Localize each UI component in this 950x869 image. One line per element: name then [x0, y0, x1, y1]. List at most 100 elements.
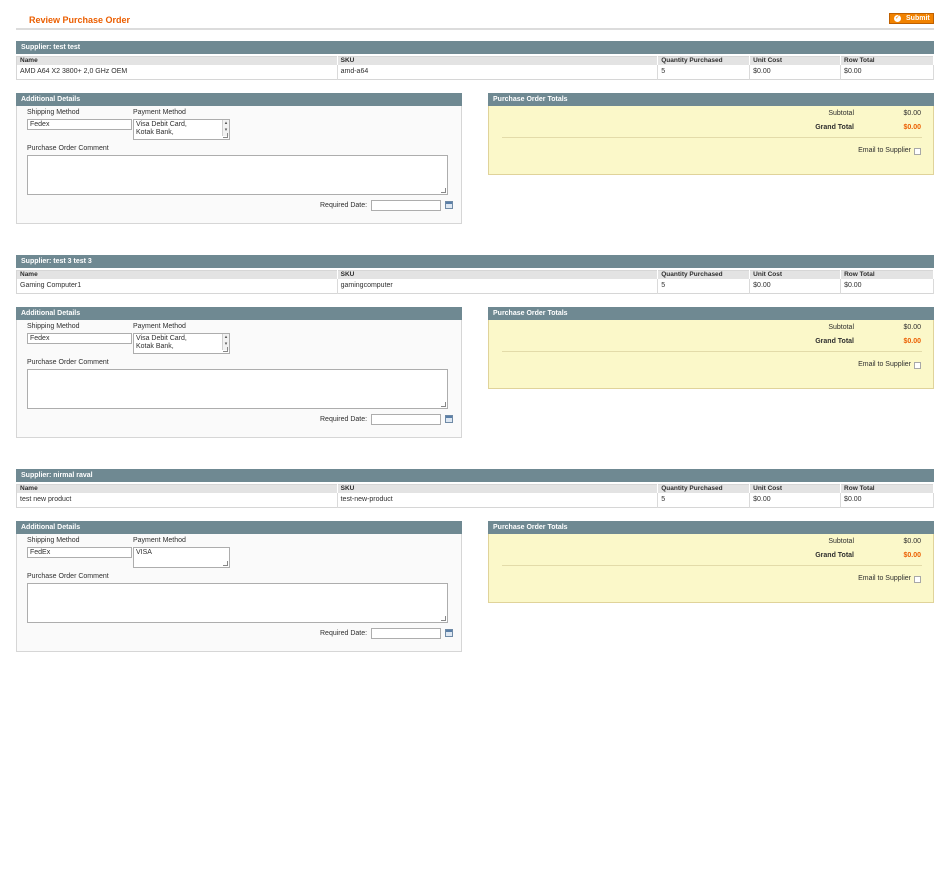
additional-details-header: Additional Details — [16, 521, 462, 534]
item-qty: 5 — [657, 65, 751, 80]
supplier-header: Supplier: test 3 test 3 — [16, 255, 934, 268]
col-name: Name — [16, 56, 338, 65]
po-comment-label: Purchase Order Comment — [27, 145, 109, 152]
col-name: Name — [16, 484, 338, 493]
calendar-icon[interactable] — [445, 201, 453, 209]
email-to-supplier-label: Email to Supplier — [858, 147, 911, 154]
subtotal-label: Subtotal — [828, 110, 854, 117]
po-comment-textarea[interactable] — [27, 155, 448, 195]
shipping-method-label: Shipping Method — [27, 537, 80, 544]
subtotal-value: $0.00 — [903, 538, 921, 545]
email-to-supplier-checkbox[interactable] — [914, 148, 921, 155]
po-totals-panel: Subtotal $0.00 Grand Total $0.00 Email t… — [488, 106, 934, 175]
grand-total-label: Grand Total — [815, 552, 854, 559]
shipping-method-input[interactable]: Fedex — [27, 333, 132, 344]
supplier-header: Supplier: nirmal raval — [16, 469, 934, 482]
po-totals-header: Purchase Order Totals — [488, 521, 934, 534]
items-table: Name SKU Quantity Purchased Unit Cost Ro… — [16, 484, 934, 508]
items-table-header: Name SKU Quantity Purchased Unit Cost Ro… — [16, 56, 934, 65]
additional-details-header: Additional Details — [16, 93, 462, 106]
payment-method-label: Payment Method — [133, 109, 186, 116]
email-to-supplier-checkbox[interactable] — [914, 362, 921, 369]
payment-method-textarea[interactable]: VISA — [133, 547, 230, 568]
grand-total-label: Grand Total — [815, 124, 854, 131]
col-unit-cost: Unit Cost — [749, 56, 842, 65]
required-date-input[interactable] — [371, 200, 441, 211]
shipping-method-input[interactable]: FedEx — [27, 547, 132, 558]
resize-grip-icon[interactable] — [223, 133, 228, 138]
col-row-total: Row Total — [840, 484, 934, 493]
payment-method-label: Payment Method — [133, 537, 186, 544]
calendar-icon[interactable] — [445, 629, 453, 637]
item-name: AMD A64 X2 3800+ 2,0 GHz OEM — [16, 65, 338, 80]
item-name: test new product — [16, 493, 338, 508]
items-table-header: Name SKU Quantity Purchased Unit Cost Ro… — [16, 270, 934, 279]
payment-method-value: VISA — [136, 549, 152, 556]
item-name: Gaming Computer1 — [16, 279, 338, 294]
required-date-input[interactable] — [371, 628, 441, 639]
required-date-input[interactable] — [371, 414, 441, 425]
item-sku: test-new-product — [337, 493, 659, 508]
col-row-total: Row Total — [840, 270, 934, 279]
resize-grip-icon[interactable] — [223, 561, 228, 566]
col-sku: SKU — [337, 56, 659, 65]
item-row-total: $0.00 — [840, 65, 934, 80]
item-unit-cost: $0.00 — [749, 65, 842, 80]
table-row: Gaming Computer1 gamingcomputer 5 $0.00 … — [16, 279, 934, 294]
po-totals-header: Purchase Order Totals — [488, 307, 934, 320]
grand-total-value: $0.00 — [903, 124, 921, 131]
resize-grip-icon[interactable] — [441, 188, 446, 193]
shipping-method-input[interactable]: Fedex — [27, 119, 132, 130]
additional-details-header: Additional Details — [16, 307, 462, 320]
email-to-supplier-checkbox[interactable] — [914, 576, 921, 583]
po-totals-panel: Subtotal $0.00 Grand Total $0.00 Email t… — [488, 320, 934, 389]
payment-method-textarea[interactable]: Visa Debit Card, Kotak Bank, ▴ ▾ — [133, 333, 230, 354]
payment-method-value: Visa Debit Card, Kotak Bank, — [136, 121, 187, 136]
totals-divider — [502, 137, 922, 138]
grand-total-value: $0.00 — [903, 552, 921, 559]
page-header: Review Purchase Order ✓ Submit — [16, 0, 934, 30]
submit-button[interactable]: ✓ Submit — [889, 13, 934, 24]
required-date-label: Required Date: — [320, 416, 368, 423]
submit-button-label: Submit — [906, 15, 930, 22]
additional-details-panel: Shipping Method Payment Method Fedex Vis… — [16, 106, 462, 224]
col-unit-cost: Unit Cost — [749, 270, 842, 279]
additional-details-panel: Shipping Method Payment Method Fedex Vis… — [16, 320, 462, 438]
subtotal-value: $0.00 — [903, 110, 921, 117]
item-sku: gamingcomputer — [337, 279, 659, 294]
payment-method-textarea[interactable]: Visa Debit Card, Kotak Bank, ▴ ▾ — [133, 119, 230, 140]
email-to-supplier-label: Email to Supplier — [858, 361, 911, 368]
col-qty: Quantity Purchased — [657, 56, 751, 65]
grand-total-label: Grand Total — [815, 338, 854, 345]
calendar-icon[interactable] — [445, 415, 453, 423]
item-row-total: $0.00 — [840, 279, 934, 294]
resize-grip-icon[interactable] — [441, 616, 446, 621]
subtotal-value: $0.00 — [903, 324, 921, 331]
resize-grip-icon[interactable] — [223, 347, 228, 352]
item-row-total: $0.00 — [840, 493, 934, 508]
items-table: Name SKU Quantity Purchased Unit Cost Ro… — [16, 56, 934, 80]
supplier-order-section: Supplier: nirmal raval Name SKU Quantity… — [16, 469, 934, 869]
check-circle-icon: ✓ — [894, 15, 901, 22]
po-comment-textarea[interactable] — [27, 583, 448, 623]
po-totals-panel: Subtotal $0.00 Grand Total $0.00 Email t… — [488, 534, 934, 603]
resize-grip-icon[interactable] — [441, 402, 446, 407]
shipping-method-label: Shipping Method — [27, 109, 80, 116]
col-qty: Quantity Purchased — [657, 484, 751, 493]
col-sku: SKU — [337, 270, 659, 279]
item-sku: amd-a64 — [337, 65, 659, 80]
payment-method-label: Payment Method — [133, 323, 186, 330]
totals-divider — [502, 565, 922, 566]
item-unit-cost: $0.00 — [749, 493, 842, 508]
grand-total-value: $0.00 — [903, 338, 921, 345]
required-date-label: Required Date: — [320, 202, 368, 209]
required-date-label: Required Date: — [320, 630, 368, 637]
additional-details-panel: Shipping Method Payment Method FedEx VIS… — [16, 534, 462, 652]
payment-method-value: Visa Debit Card, Kotak Bank, — [136, 335, 187, 350]
po-totals-header: Purchase Order Totals — [488, 93, 934, 106]
col-name: Name — [16, 270, 338, 279]
po-comment-textarea[interactable] — [27, 369, 448, 409]
supplier-header: Supplier: test test — [16, 41, 934, 54]
col-row-total: Row Total — [840, 56, 934, 65]
col-sku: SKU — [337, 484, 659, 493]
